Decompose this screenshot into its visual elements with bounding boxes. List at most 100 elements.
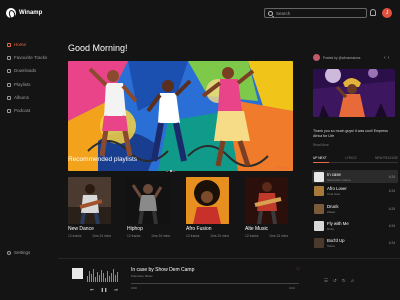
carousel-dot[interactable] (173, 170, 175, 172)
read-more-link[interactable]: Read More (313, 143, 329, 147)
sidebar-item-playlists[interactable]: Playlists (7, 82, 31, 87)
waveform-bar (115, 275, 116, 282)
playlist-duration: 1hrs 24 mins (269, 234, 288, 238)
featured-arrows: ‹› (384, 55, 391, 61)
track-duration: 4:24 (388, 188, 395, 193)
progress-bar[interactable] (131, 283, 299, 285)
waveform-bar (99, 275, 100, 282)
app-logo[interactable]: Winamp (6, 8, 42, 18)
featured-post-header: Posted by @afrosessions (313, 54, 360, 61)
next-icon[interactable]: ⏭ (114, 287, 118, 292)
notification-bell-icon[interactable] (370, 9, 376, 16)
track-duration: 4:24 (388, 174, 395, 179)
sidebar-item-downloads[interactable]: Downloads (7, 68, 36, 73)
player-tools: ☰ ↺ ↻ ♬ (324, 278, 355, 284)
tab-new-release[interactable]: NEW RELEASE (375, 156, 398, 160)
sidebar-item-settings[interactable]: Settings (7, 250, 30, 255)
tab-up-next[interactable]: UP NEXT (313, 156, 327, 160)
waveform-bar (95, 277, 96, 282)
waveform-bar (101, 270, 102, 282)
now-playing-title: In case by Show Dem Camp (131, 267, 195, 273)
volume-icon[interactable]: ♬ (351, 278, 356, 284)
tab-lyrics[interactable]: LYRICS (345, 156, 356, 160)
elapsed-time: 0:00 (131, 286, 137, 290)
sidebar-item-podcast[interactable]: Podcast (7, 108, 30, 113)
playlist-cover (245, 177, 288, 224)
queue-track[interactable]: In case Show Dem Camp 4:24 (312, 170, 398, 183)
sidebar-item-favourite-tracks[interactable]: Favourite Tracks (7, 55, 47, 60)
playlist-card[interactable]: Afro Fusion 12 tracks 1hrs 24 mins (186, 177, 229, 238)
playlist-cover (186, 177, 229, 224)
sidebar-item-label: Downloads (14, 68, 37, 73)
track-title: Drunk (327, 203, 339, 209)
winamp-logo-icon (6, 8, 16, 18)
sidebar-item-label: Podcast (14, 108, 31, 113)
active-tab-indicator (313, 161, 329, 163)
app-name: Winamp (19, 10, 43, 16)
carousel-dots[interactable] (166, 170, 175, 172)
playlist-title: Afro Fusion (186, 226, 212, 232)
track-duration: 4:24 (388, 223, 395, 228)
waveform-bar (91, 274, 92, 282)
heart-icon[interactable]: ♡ (296, 267, 300, 273)
track-count: 12 tracks (245, 234, 259, 238)
queue-track[interactable]: Bod'd Up Tekno 4:24 (312, 236, 398, 249)
sidebar-item-label: Playlists (14, 82, 31, 87)
waveform-bar (113, 269, 114, 282)
featured-post-image[interactable] (313, 69, 395, 117)
hero-illustration (68, 61, 293, 171)
player-bar: ⏮ ❚❚ ⏭ In case by Show Dem Camp Palmwine… (58, 258, 400, 300)
sidebar-item-albums[interactable]: Albums (7, 95, 29, 100)
track-thumbnail (314, 171, 324, 182)
playlist-title: New Dance (68, 226, 94, 232)
featured-post-caption: Thank you so much guys! it was cool! Emp… (313, 129, 388, 138)
queue-track[interactable]: Afro Lover Cina Soul 4:24 (312, 184, 398, 197)
track-count: 12 tracks (68, 234, 82, 238)
queue-icon[interactable]: ☰ (324, 278, 328, 284)
waveform-bar (89, 271, 90, 282)
section-title: Recommended playlists (68, 156, 138, 163)
track-thumbnail (314, 220, 324, 231)
waveform-bar (93, 269, 94, 282)
carousel-dot-active[interactable] (169, 170, 172, 172)
previous-icon[interactable]: ⏮ (90, 287, 94, 292)
playback-controls: ⏮ ❚❚ ⏭ (90, 287, 118, 292)
podcast-icon (7, 108, 11, 113)
repeat-icon[interactable]: ↻ (342, 278, 346, 284)
playlist-card[interactable]: New Dance 12 tracks 1hrs 24 mins (68, 177, 111, 238)
playlist-card[interactable]: Alte Music 12 tracks 1hrs 24 mins (245, 177, 288, 238)
home-icon (7, 42, 11, 47)
sidebar-item-label: Favourite Tracks (14, 55, 48, 60)
playlist-duration: 1hrs 24 mins (92, 234, 111, 238)
queue-track[interactable]: Drunk Zlatan 4:24 (312, 202, 398, 215)
poster-name[interactable]: Posted by @afrosessions (323, 56, 360, 60)
playlist-meta: 12 tracks 1hrs 24 mins (68, 234, 111, 238)
heart-icon (7, 55, 11, 60)
track-artist: Show Dem Camp (327, 177, 351, 182)
search-box[interactable] (264, 8, 367, 18)
waveform-bar (117, 272, 118, 282)
hero-banner[interactable] (68, 61, 293, 171)
now-playing-cover[interactable] (72, 268, 83, 279)
poster-avatar[interactable] (313, 54, 320, 61)
track-title: Bod'd Up (327, 237, 345, 243)
search-input[interactable] (276, 10, 361, 16)
queue-track[interactable]: Fly with Me Ruby 4:24 (312, 219, 398, 232)
waveform-bar (109, 276, 110, 282)
track-artist: Zlatan (327, 209, 336, 214)
share-icon[interactable]: ↺ (333, 278, 337, 284)
track-count: 12 tracks (186, 234, 200, 238)
page-title: Good Morning! (68, 43, 128, 53)
total-time: 4:24 (289, 286, 295, 290)
track-duration: 4:24 (388, 240, 395, 245)
track-duration: 4:24 (388, 206, 395, 211)
sidebar-item-home[interactable]: Home (7, 42, 26, 47)
gear-icon (7, 250, 11, 255)
chevron-right-icon[interactable]: › (388, 55, 392, 61)
user-avatar[interactable]: J (382, 8, 392, 18)
carousel-dot[interactable] (166, 170, 168, 172)
pause-icon[interactable]: ❚❚ (101, 287, 108, 292)
waveform-bar (97, 272, 98, 282)
playlist-card[interactable]: Hiphop 12 tracks 1hrs 24 mins (127, 177, 170, 238)
see-all-link[interactable]: SEE ALL (276, 166, 290, 170)
